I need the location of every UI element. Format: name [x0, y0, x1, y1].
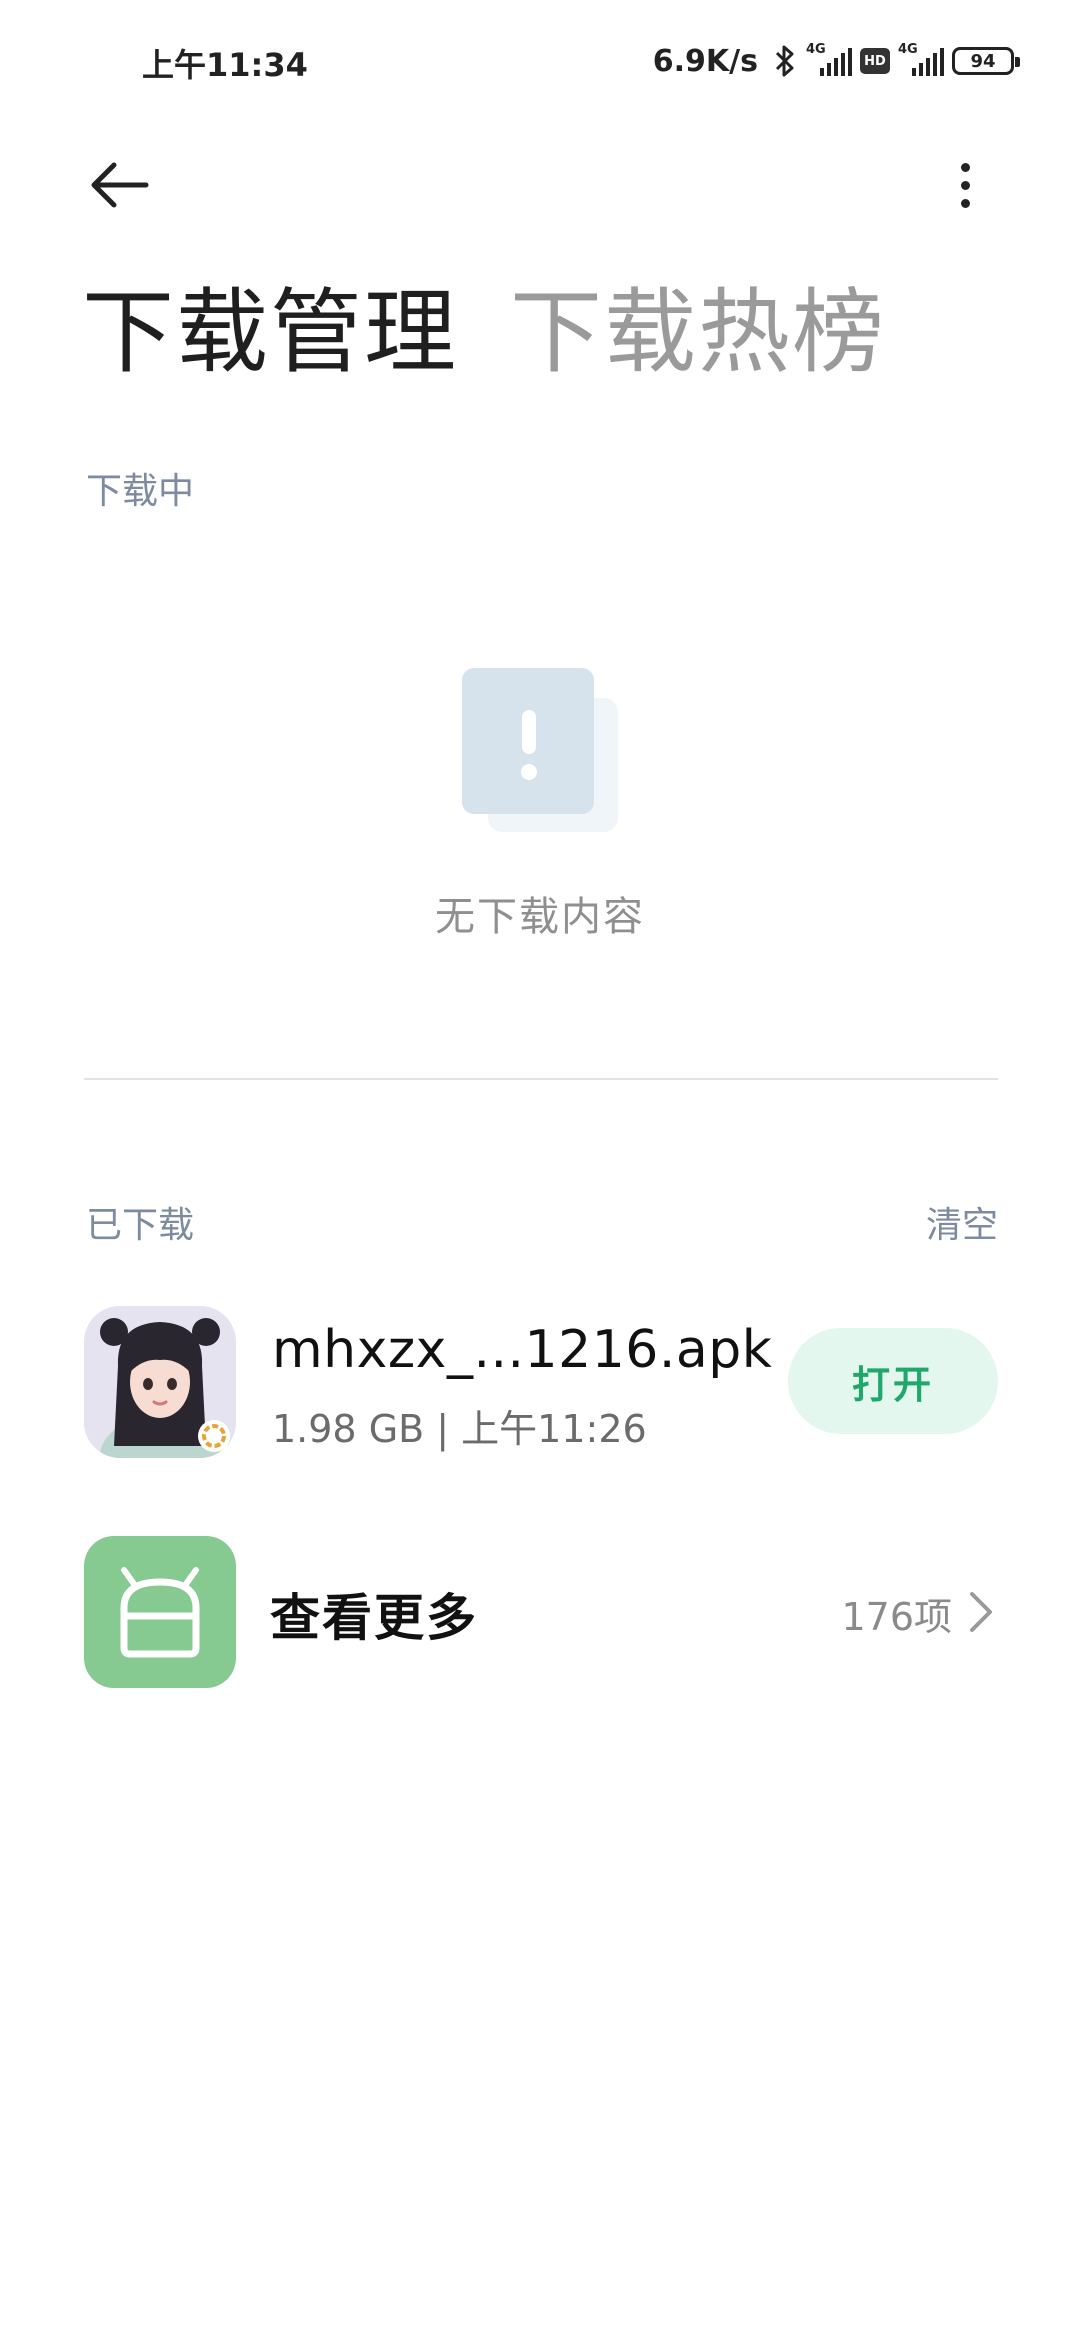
chevron-right-icon	[970, 1592, 992, 1632]
more-dots-icon	[960, 162, 970, 172]
hd-icon: HD	[860, 48, 890, 74]
see-more-label: 查看更多	[270, 1589, 478, 1647]
empty-state-icon	[462, 668, 620, 836]
bluetooth-icon	[772, 44, 798, 78]
list-item[interactable]: mhxzx_...1216.apk 1.98 GB | 上午11:26 打开	[84, 1306, 998, 1458]
tab-download-manager[interactable]: 下载管理	[82, 278, 458, 388]
network-speed: 6.9K/s	[652, 43, 758, 79]
empty-state-text: 无下载内容	[435, 894, 645, 940]
status-time: 上午11:34	[142, 46, 308, 84]
status-bar: 上午11:34 6.9K/s 4G HD 4G 94	[0, 0, 1080, 120]
file-meta: 1.98 GB | 上午11:26	[272, 1407, 647, 1451]
signal-icon-2: 4G	[898, 42, 944, 78]
section-divider	[84, 1078, 998, 1080]
more-options-button[interactable]	[938, 150, 992, 220]
tab-bar: 下载管理 下载热榜	[82, 278, 886, 388]
signal-icon: 4G	[806, 42, 852, 78]
back-button[interactable]	[84, 150, 154, 220]
battery-icon: 94	[952, 47, 1020, 75]
back-arrow-icon	[91, 162, 149, 208]
see-more-count: 176项	[841, 1595, 952, 1639]
android-folder-icon	[84, 1536, 236, 1688]
see-more-row[interactable]: 查看更多 176项	[84, 1536, 998, 1688]
open-button[interactable]: 打开	[788, 1328, 998, 1434]
file-name: mhxzx_...1216.apk	[272, 1320, 773, 1380]
section-downloaded-label: 已下载	[86, 1205, 195, 1246]
section-downloading-label: 下载中	[86, 471, 195, 512]
game-app-icon	[84, 1306, 236, 1458]
clear-button[interactable]: 清空	[926, 1196, 998, 1248]
tab-download-ranking[interactable]: 下载热榜	[510, 278, 886, 388]
status-icons: 6.9K/s 4G HD 4G 94	[652, 36, 1020, 86]
